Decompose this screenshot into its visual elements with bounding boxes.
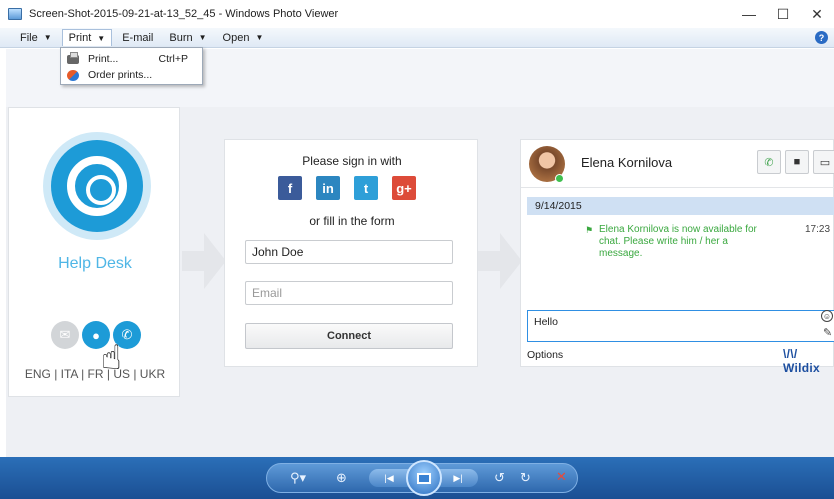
linkedin-icon: in [316, 176, 340, 200]
facebook-icon: f [278, 176, 302, 200]
menu-label: File [20, 31, 38, 44]
photo-canvas: Help Desk ✉ ● ✆ ENG | ITA | FR | US | UK… [6, 49, 834, 457]
online-status-icon [555, 174, 564, 183]
chat-date: 9/14/2015 [527, 197, 834, 215]
printer-icon [66, 51, 80, 65]
chevron-down-icon: ▼ [43, 33, 52, 42]
slideshow-icon [417, 472, 431, 484]
chat-header: Elena Kornilova ✆ ■ ▭ [521, 140, 834, 188]
actual-size-icon[interactable]: ⊕ [336, 470, 347, 486]
arrow-right-icon [478, 233, 522, 289]
maximize-button[interactable]: ☐ [766, 0, 800, 28]
language-links: ENG | ITA | FR | US | UKR [24, 367, 166, 381]
options-label: Options [527, 349, 564, 361]
rotate-clockwise-icon[interactable]: ↻ [520, 470, 531, 486]
brand-name: Wildix [783, 361, 821, 375]
menu-open[interactable]: Open ▼ [217, 30, 270, 46]
phone-call-icon: ✆ [757, 150, 781, 174]
photo-viewer-app-icon [8, 8, 22, 20]
emoji-icon: ☺ [821, 310, 833, 322]
next-icon: ▶| [453, 472, 463, 483]
photo-viewer-window: Screen-Shot-2015-09-21-at-13_52_45 - Win… [0, 0, 834, 499]
menu-email[interactable]: E-mail [116, 30, 159, 46]
menu-print[interactable]: Print ▼ [61, 29, 113, 46]
signin-form-panel: Please sign in with f in t g+ or fill in… [224, 139, 478, 367]
menu-label: Burn [169, 31, 193, 44]
menu-label: Open [222, 31, 250, 44]
chat-input: Hello [527, 310, 834, 342]
bottom-toolbar: ⚲▾ ⊕ |◀ ▶| ↺ ↻ ✕ [0, 457, 834, 499]
delete-icon[interactable]: ✕ [556, 469, 567, 485]
zoom-icon[interactable]: ⚲▾ [290, 470, 306, 486]
screen-share-icon: ▭ [813, 150, 834, 174]
order-prints-menu-item[interactable]: Order prints... [61, 67, 202, 83]
title-bar: Screen-Shot-2015-09-21-at-13_52_45 - Win… [0, 0, 834, 28]
menu-label: Print [68, 32, 92, 44]
order-prints-icon [66, 69, 80, 81]
menu-label: E-mail [122, 31, 154, 44]
paperclip-icon: ✎ [823, 327, 833, 339]
menu-file[interactable]: File ▼ [14, 30, 58, 46]
chevron-down-icon: ▼ [97, 33, 106, 43]
chevron-down-icon: ▼ [255, 33, 264, 42]
mail-icon: ✉ [51, 321, 79, 349]
message-time: 17:23 [805, 224, 831, 235]
minimize-button[interactable]: — [732, 0, 766, 28]
menu-bar: File ▼ Print ▼ E-mail Burn ▼ Open ▼ ? [0, 28, 834, 48]
print-dropdown-menu: Print... Ctrl+P Order prints... [60, 47, 203, 85]
signin-subheading: or fill in the form [309, 214, 395, 228]
social-login-row: f in t g+ [278, 176, 430, 200]
twitter-icon: t [354, 176, 378, 200]
previous-icon: |◀ [384, 472, 394, 483]
arrow-right-icon [182, 233, 226, 289]
next-button[interactable]: ▶| [438, 469, 478, 487]
help-icon[interactable]: ? [815, 31, 828, 44]
print-shortcut: Ctrl+P [158, 53, 188, 65]
signin-heading: Please sign in with [302, 154, 402, 168]
print-menu-item[interactable]: Print... Ctrl+P [61, 51, 202, 67]
previous-button[interactable]: |◀ [369, 469, 409, 487]
video-call-icon: ■ [785, 150, 809, 174]
email-field [245, 281, 453, 305]
google-plus-icon: g+ [392, 176, 416, 200]
wildix-logo: \/\/ Wildix [783, 347, 821, 375]
system-message: Elena Kornilova is now available for cha… [599, 224, 757, 259]
window-controls: — ☐ ✕ [732, 0, 834, 28]
menu-burn[interactable]: Burn ▼ [163, 30, 212, 46]
hand-cursor-icon: ☝ [101, 339, 122, 377]
order-prints-label: Order prints... [88, 69, 153, 81]
rotate-counterclockwise-icon[interactable]: ↺ [494, 470, 505, 486]
window-title: Screen-Shot-2015-09-21-at-13_52_45 - Win… [29, 8, 339, 20]
connect-button: Connect [245, 323, 453, 349]
chat-panel: Elena Kornilova ✆ ■ ▭ 9/14/2015 ⚑ Elena … [520, 139, 834, 375]
chevron-down-icon: ▼ [198, 33, 207, 42]
help-desk-title: Help Desk [58, 255, 132, 272]
close-button[interactable]: ✕ [800, 0, 834, 28]
name-field [245, 240, 453, 264]
contact-name: Elena Kornilova [581, 155, 673, 170]
flag-icon: ⚑ [585, 225, 594, 235]
slideshow-button[interactable] [406, 460, 442, 496]
lifebuoy-icon [67, 156, 127, 216]
print-menu-label: Print... [88, 53, 119, 65]
help-desk-panel: Help Desk ✉ ● ✆ ENG | ITA | FR | US | UK… [8, 107, 180, 397]
